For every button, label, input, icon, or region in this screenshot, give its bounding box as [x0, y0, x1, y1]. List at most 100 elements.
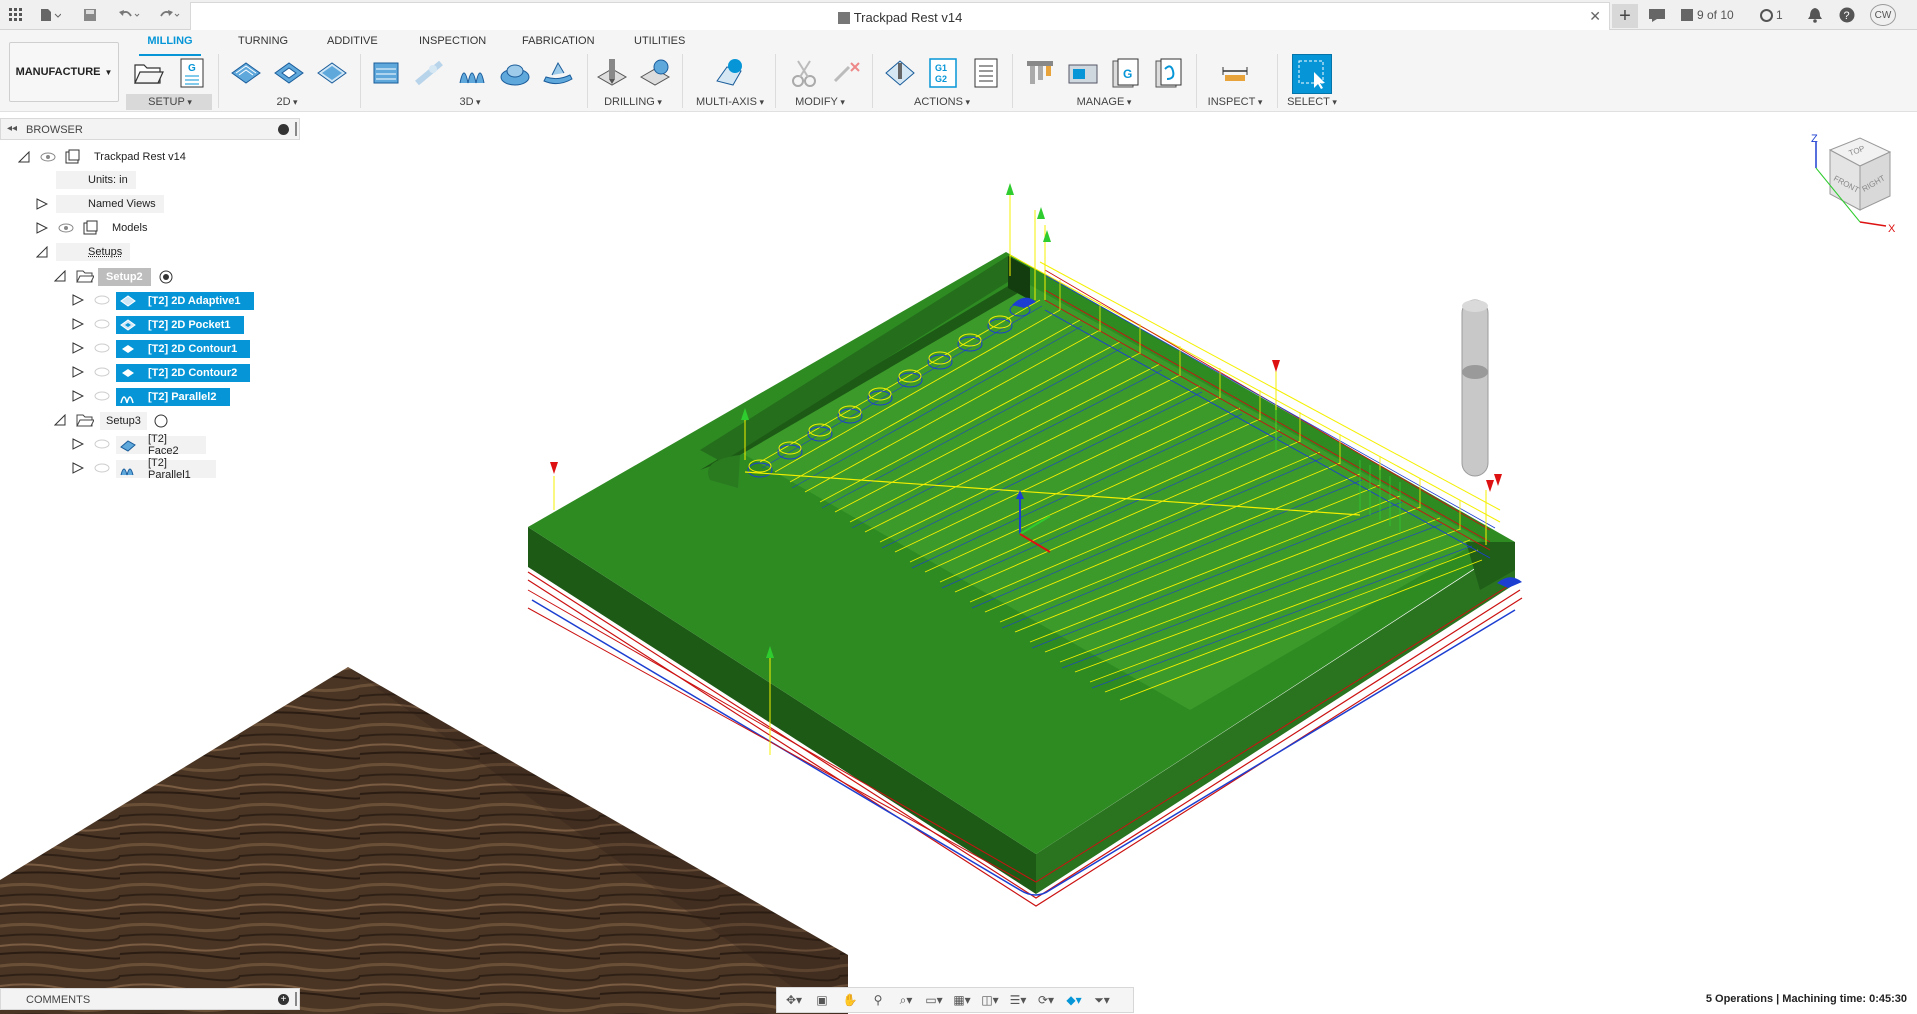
- zoom-window-icon[interactable]: ⌕▾: [893, 989, 919, 1011]
- collapse-triangle-icon[interactable]: [54, 414, 66, 426]
- minimize-panel-icon[interactable]: [278, 124, 289, 135]
- trim-button[interactable]: [787, 56, 821, 90]
- collapse-triangle-icon[interactable]: [54, 270, 66, 282]
- tree-item-models[interactable]: Models: [112, 219, 147, 237]
- tab-milling[interactable]: MILLING: [139, 35, 201, 56]
- data-panel-icon[interactable]: [1649, 6, 1669, 24]
- document-tab[interactable]: Trackpad Rest v14 ✕: [190, 2, 1610, 30]
- tree-item-document[interactable]: Trackpad Rest v14: [94, 148, 186, 166]
- visibility-eye-icon[interactable]: [58, 222, 74, 234]
- expand-triangle-icon[interactable]: [72, 318, 84, 330]
- active-setup-radio-icon[interactable]: [159, 270, 173, 284]
- tree-item-2d-contour1[interactable]: [T2] 2D Contour1: [116, 340, 250, 358]
- collapse-triangle-icon[interactable]: [36, 246, 48, 258]
- expand-triangle-icon[interactable]: [36, 222, 48, 234]
- apps-grid-icon[interactable]: [6, 4, 26, 26]
- comments-panel-header[interactable]: COMMENTS +: [0, 988, 300, 1010]
- orbit-move-icon[interactable]: ✥▾: [781, 989, 807, 1011]
- visibility-eye-icon[interactable]: [40, 151, 56, 163]
- 3d-pocket-button[interactable]: [412, 56, 446, 90]
- 3d-adaptive-button[interactable]: [369, 56, 403, 90]
- graphics-viewport[interactable]: [0, 0, 1917, 1014]
- tree-item-named-views[interactable]: Named Views: [56, 195, 164, 213]
- new-setup-button[interactable]: [131, 56, 165, 90]
- contour-3d-button[interactable]: [541, 56, 575, 90]
- collapse-triangle-icon[interactable]: [18, 151, 30, 163]
- drill-button[interactable]: [595, 56, 629, 90]
- tree-item-units[interactable]: Units: in: [56, 171, 136, 189]
- 2d-pocket-button[interactable]: [272, 56, 306, 90]
- tree-item-parallel2[interactable]: [T2] Parallel2: [116, 388, 230, 406]
- tab-inspection[interactable]: INSPECTION: [419, 35, 486, 53]
- tab-utilities[interactable]: UTILITIES: [634, 35, 685, 53]
- hidden-eye-icon[interactable]: [94, 390, 110, 402]
- panel-grip-icon[interactable]: [295, 992, 297, 1006]
- redo-icon[interactable]: [154, 4, 184, 26]
- tree-item-2d-contour2[interactable]: [T2] 2D Contour2: [116, 364, 250, 382]
- add-comment-icon[interactable]: +: [278, 994, 289, 1005]
- tree-item-2d-adaptive1[interactable]: [T2] 2D Adaptive1: [116, 292, 254, 310]
- hidden-eye-icon[interactable]: [94, 294, 110, 306]
- look-at-icon[interactable]: ▣: [809, 989, 835, 1011]
- post-process-button[interactable]: G1 G2: [926, 56, 960, 90]
- tab-additive[interactable]: ADDITIVE: [327, 35, 378, 53]
- tab-turning[interactable]: TURNING: [238, 35, 288, 53]
- tree-item-setup3[interactable]: Setup3: [100, 412, 147, 430]
- notifications-bell-icon[interactable]: [1808, 6, 1826, 24]
- tree-item-parallel1[interactable]: [T2] Parallel1: [116, 457, 216, 481]
- group-setup[interactable]: SETUP: [130, 96, 210, 110]
- group-inspect[interactable]: INSPECT: [1200, 96, 1270, 110]
- group-drilling[interactable]: DRILLING: [598, 96, 668, 110]
- machine-library-button[interactable]: [1066, 56, 1100, 90]
- group-modify[interactable]: MODIFY: [790, 96, 850, 110]
- tab-fabrication[interactable]: FABRICATION: [522, 35, 595, 53]
- expand-triangle-icon[interactable]: [72, 342, 84, 354]
- tree-item-setup2[interactable]: Setup2: [98, 268, 151, 286]
- file-menu-icon[interactable]: [36, 4, 64, 26]
- help-icon[interactable]: ?: [1839, 6, 1857, 24]
- 2d-adaptive-button[interactable]: [229, 56, 263, 90]
- browser-panel-header[interactable]: ◂◂ BROWSER: [0, 118, 300, 140]
- expand-triangle-icon[interactable]: [72, 390, 84, 402]
- inactive-setup-radio-icon[interactable]: [154, 414, 168, 428]
- group-actions[interactable]: ACTIONS: [907, 96, 977, 110]
- orbit-icon[interactable]: ⟳▾: [1033, 989, 1059, 1011]
- simulate-button[interactable]: [883, 56, 917, 90]
- hidden-eye-icon[interactable]: [94, 366, 110, 378]
- hidden-eye-icon[interactable]: [94, 438, 110, 450]
- expand-triangle-icon[interactable]: [72, 462, 84, 474]
- group-2d[interactable]: 2D: [262, 96, 312, 110]
- save-icon[interactable]: [80, 4, 100, 26]
- hidden-eye-icon[interactable]: [94, 342, 110, 354]
- tree-item-face2[interactable]: [T2] Face2: [116, 433, 206, 457]
- tree-item-setups[interactable]: Setups: [56, 243, 131, 261]
- stock-model[interactable]: [527, 252, 1523, 907]
- select-button[interactable]: [1292, 54, 1332, 94]
- group-3d[interactable]: 3D: [445, 96, 495, 110]
- nc-program-button[interactable]: G: [175, 56, 209, 90]
- new-tab-button[interactable]: +: [1612, 4, 1638, 28]
- 2d-contour-button[interactable]: [315, 56, 349, 90]
- display-settings-icon[interactable]: ▭▾: [921, 989, 947, 1011]
- viewports-icon[interactable]: ◫▾: [977, 989, 1003, 1011]
- zoom-icon[interactable]: ⚲: [865, 989, 891, 1011]
- expand-triangle-icon[interactable]: [36, 198, 48, 210]
- panel-grip-icon[interactable]: [295, 122, 297, 136]
- expand-triangle-icon[interactable]: [72, 366, 84, 378]
- multi-axis-button[interactable]: [712, 56, 746, 90]
- grid-settings-icon[interactable]: ▦▾: [949, 989, 975, 1011]
- delete-toolpath-button[interactable]: [830, 56, 864, 90]
- collapse-panel-icon[interactable]: ◂◂: [7, 123, 17, 134]
- user-avatar[interactable]: CW: [1870, 4, 1896, 26]
- effects-icon[interactable]: ☰▾: [1005, 989, 1031, 1011]
- group-manage[interactable]: MANAGE: [1072, 96, 1136, 110]
- version-counter[interactable]: 9 of 10: [1681, 6, 1734, 24]
- measure-button[interactable]: [1218, 56, 1252, 90]
- expand-triangle-icon[interactable]: [72, 294, 84, 306]
- view-cube[interactable]: TOP FRONT RIGHT Z X: [1800, 130, 1900, 240]
- hidden-eye-icon[interactable]: [94, 462, 110, 474]
- setup-sheet-button[interactable]: [969, 56, 1003, 90]
- job-status[interactable]: 1: [1760, 6, 1783, 24]
- close-tab-icon[interactable]: ✕: [1589, 8, 1601, 25]
- pan-hand-icon[interactable]: ✋: [837, 989, 863, 1011]
